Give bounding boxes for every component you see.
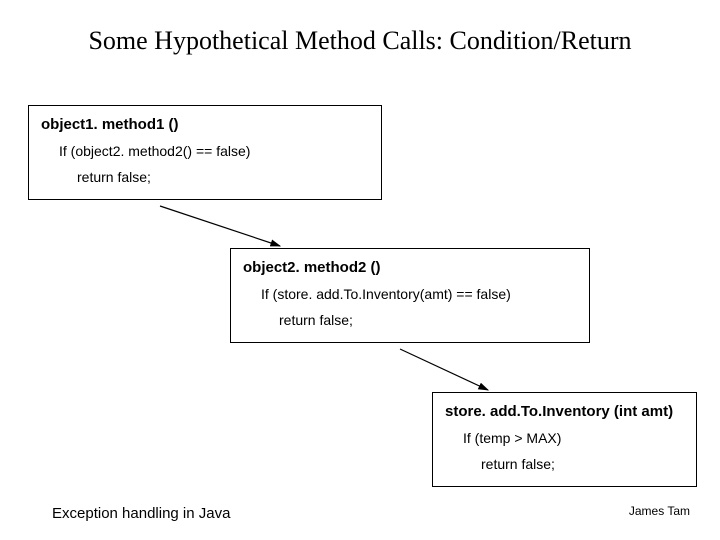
footer-right: James Tam (629, 504, 690, 518)
footer-left: Exception handling in Java (52, 505, 230, 522)
arrow-2 (0, 0, 720, 540)
